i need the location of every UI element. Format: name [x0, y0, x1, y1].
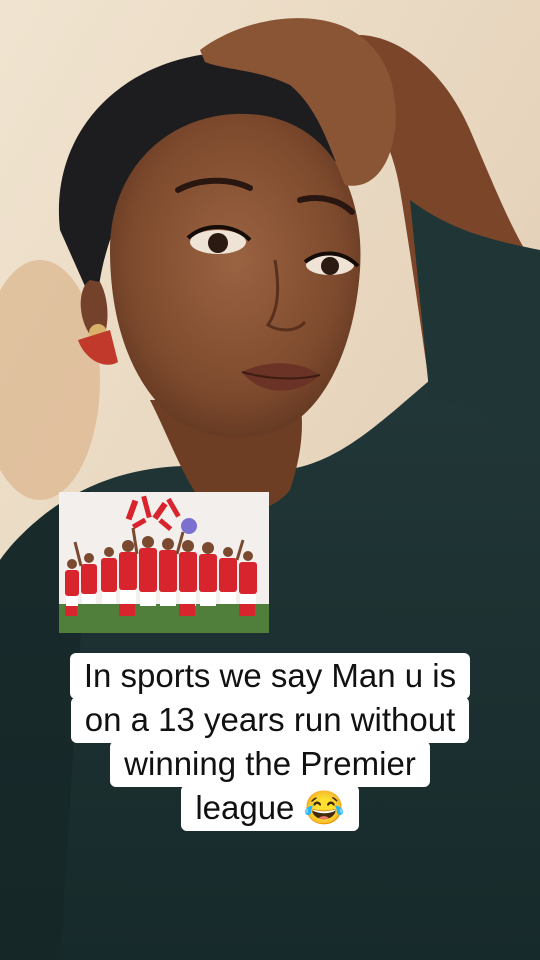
- trophy-ribbon: [181, 518, 197, 534]
- caption-line: In sports we say Man u is: [69, 653, 471, 699]
- face: [110, 113, 361, 438]
- caption-line: on a 13 years run without: [70, 697, 470, 743]
- caption-line: winning the Premier: [110, 741, 430, 787]
- pitch: [59, 604, 269, 633]
- caption-overlay: In sports we say Man u is on a 13 years …: [0, 653, 540, 831]
- team-celebration-photo: [59, 492, 269, 633]
- team-celebration-illustration: [59, 492, 269, 633]
- caption-line: league 😂: [181, 785, 359, 831]
